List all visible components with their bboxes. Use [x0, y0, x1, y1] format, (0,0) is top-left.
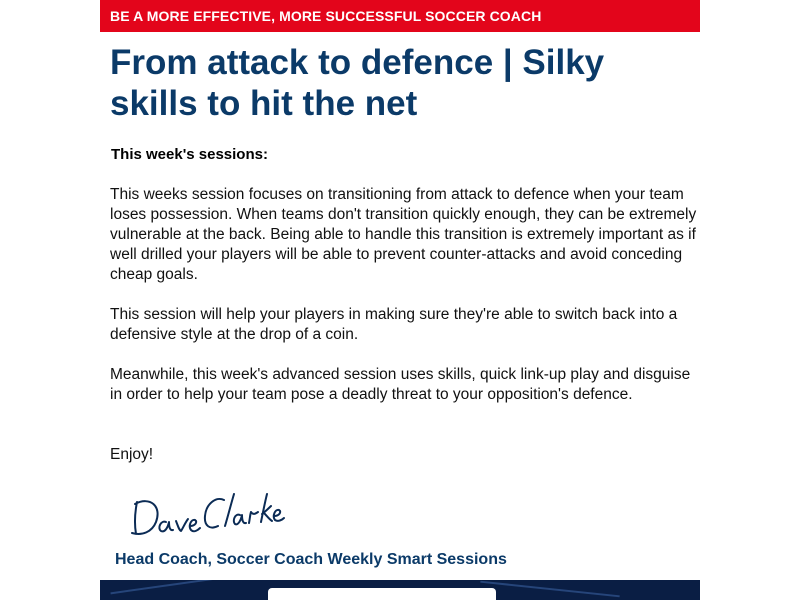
- article-title: From attack to defence | Silky skills to…: [110, 43, 605, 123]
- advanced-session-paragraph: Meanwhile, this week's advanced session …: [110, 366, 691, 403]
- footer-heading-cropped: [268, 588, 496, 600]
- handwritten-signature: [128, 482, 288, 547]
- footer-decoration: [110, 580, 230, 595]
- footer-banner-image: [100, 580, 700, 600]
- top-banner: BE A MORE EFFECTIVE, MORE SUCCESSFUL SOC…: [100, 0, 700, 32]
- sessions-subheading: This week's sessions:: [111, 146, 268, 163]
- session-paragraph: This session will help your players in m…: [110, 306, 678, 343]
- closing-paragraph: Enjoy!: [110, 446, 154, 463]
- author-credit: Head Coach, Soccer Coach Weekly Smart Se…: [115, 551, 507, 568]
- footer-decoration: [480, 580, 620, 598]
- signature-graphic: [131, 493, 285, 535]
- intro-paragraph: This weeks session focuses on transition…: [110, 186, 697, 283]
- banner-tagline: BE A MORE EFFECTIVE, MORE SUCCESSFUL SOC…: [110, 8, 542, 24]
